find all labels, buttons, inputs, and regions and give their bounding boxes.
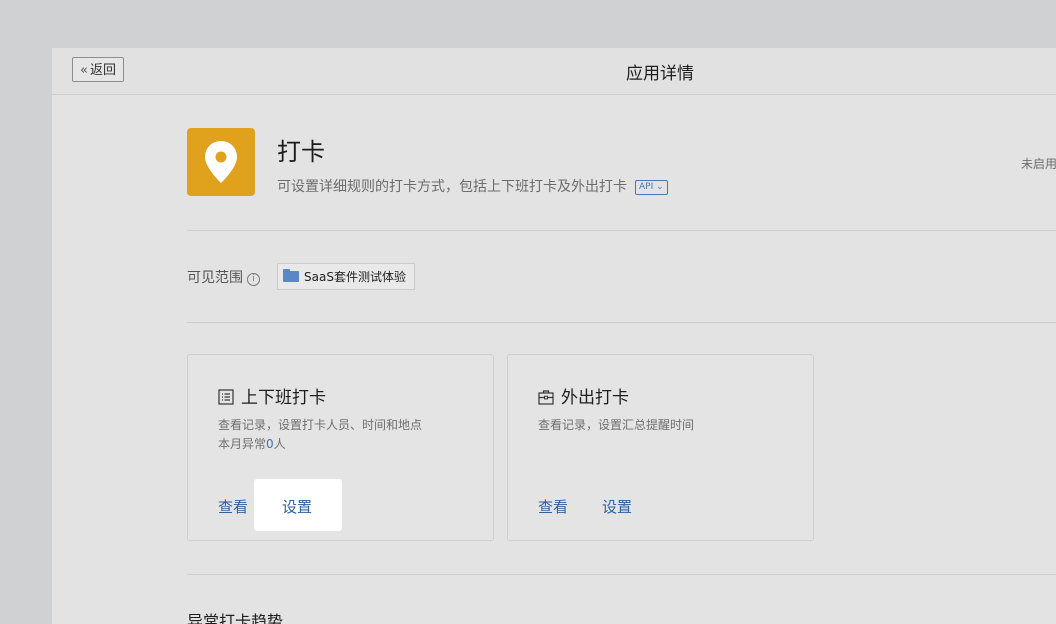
card-title-text: 外出打卡	[561, 388, 629, 408]
card-outside-checkin: 外出打卡 查看记录，设置汇总提醒时间 查看 设置	[507, 354, 814, 541]
app-detail-panel: «返回 应用详情 打卡 可设置详细规则的打卡方式，包括上下班打卡及外出打卡 API…	[52, 48, 1056, 624]
settings-link[interactable]: 设置	[282, 496, 312, 517]
app-icon	[187, 128, 255, 196]
visibility-scope-chip[interactable]: SaaS套件测试体验	[277, 263, 415, 290]
list-icon	[218, 389, 234, 405]
app-description-text: 可设置详细规则的打卡方式，包括上下班打卡及外出打卡	[277, 179, 627, 195]
abnormal-count[interactable]: 0	[266, 437, 274, 451]
abnormal-count-suffix: 人	[273, 437, 286, 451]
card-description-line: 查看记录，设置汇总提醒时间	[538, 418, 695, 432]
card-description-line: 查看记录，设置打卡人员、时间和地点	[218, 418, 423, 432]
card-title: 上下班打卡	[218, 383, 326, 408]
folder-icon	[283, 269, 299, 282]
page-title: 应用详情	[626, 64, 694, 84]
chevron-down-icon: ⌄	[656, 182, 664, 192]
settings-link[interactable]: 设置	[602, 496, 632, 517]
view-link[interactable]: 查看	[538, 496, 568, 517]
visibility-label: 可见范围	[187, 270, 243, 286]
card-description: 查看记录，设置汇总提醒时间	[538, 416, 694, 435]
briefcase-icon	[538, 390, 554, 405]
app-description: 可设置详细规则的打卡方式，包括上下班打卡及外出打卡 API ⌄	[277, 176, 668, 196]
card-title: 外出打卡	[538, 383, 629, 408]
card-commute-checkin: 上下班打卡 查看记录，设置打卡人员、时间和地点 本月异常0人 查看 设置	[187, 354, 494, 541]
location-pin-icon	[205, 141, 237, 183]
app-status: 未启用	[1021, 157, 1056, 171]
divider	[187, 574, 1056, 575]
api-badge[interactable]: API ⌄	[635, 180, 668, 195]
divider	[187, 230, 1056, 231]
divider	[187, 322, 1056, 323]
info-icon[interactable]: i	[247, 273, 260, 286]
section-heading: 异常打卡趋势	[187, 612, 284, 624]
app-name: 打卡	[277, 138, 325, 166]
visibility-scope-text: SaaS套件测试体验	[304, 270, 406, 284]
visibility-label-row: 可见范围 i	[187, 267, 260, 287]
api-badge-label: API	[639, 182, 654, 192]
card-description-line: 本月异常0人	[218, 435, 422, 454]
view-link[interactable]: 查看	[218, 496, 248, 517]
abnormal-count-prefix: 本月异常	[218, 437, 267, 451]
header-bar: «返回 应用详情	[52, 48, 1056, 95]
card-description: 查看记录，设置打卡人员、时间和地点 本月异常0人	[218, 416, 422, 454]
card-title-text: 上下班打卡	[241, 388, 326, 408]
